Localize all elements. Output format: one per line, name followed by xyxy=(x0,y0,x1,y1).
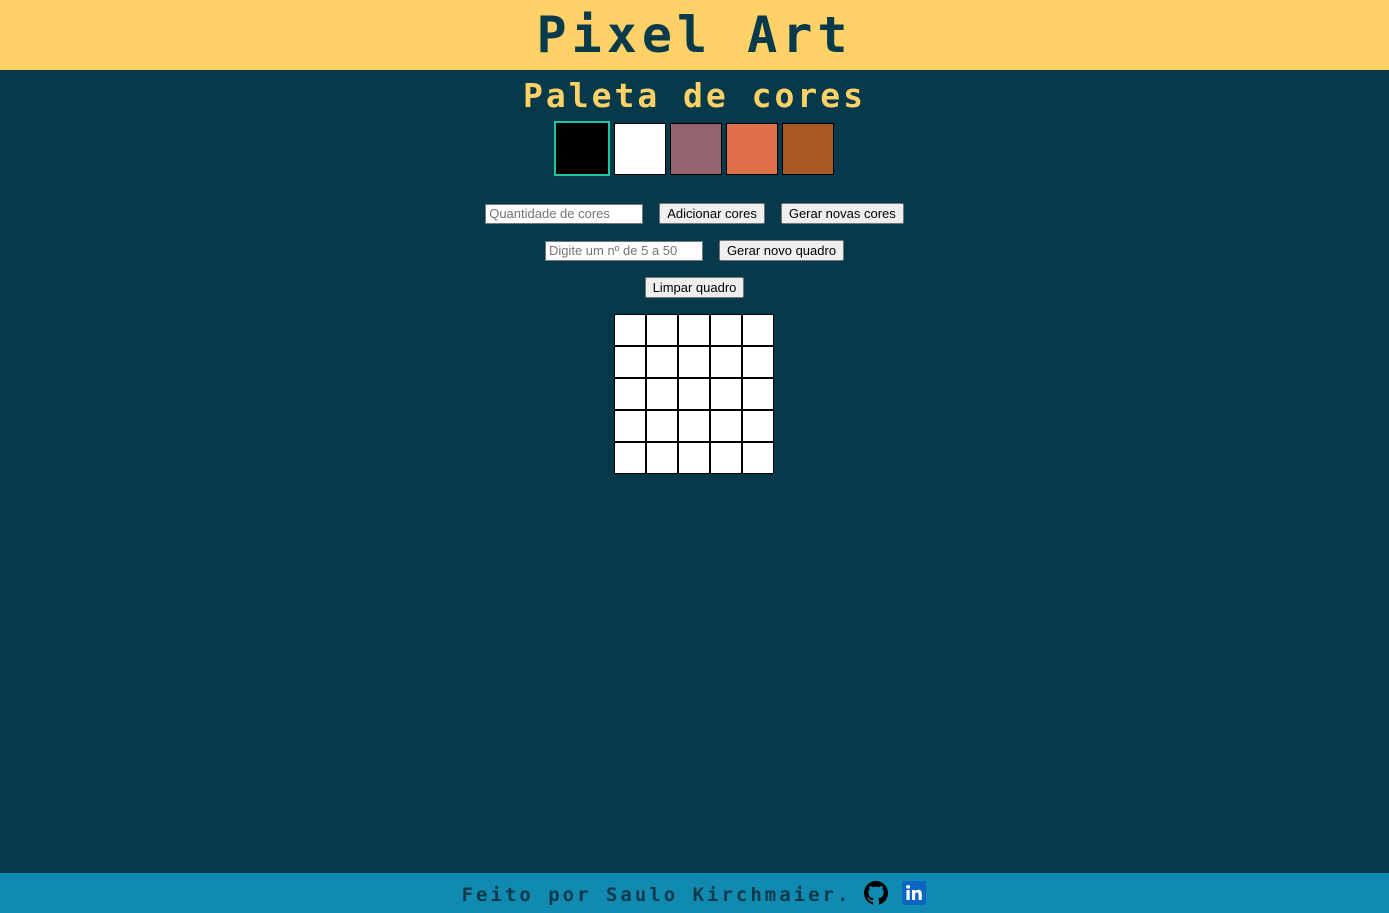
color-count-input[interactable] xyxy=(485,203,644,224)
pixel-cell[interactable] xyxy=(742,346,774,378)
footer-credit: Feito por Saulo Kirchmaier. xyxy=(461,884,852,906)
pixel-cell[interactable] xyxy=(614,410,646,442)
pixel-cell[interactable] xyxy=(614,346,646,378)
pixel-cell[interactable] xyxy=(646,378,678,410)
pixel-cell[interactable] xyxy=(710,410,742,442)
github-icon xyxy=(864,881,889,905)
header: Pixel Art xyxy=(0,0,1389,70)
board-controls: Gerar novo quadro xyxy=(0,240,1389,261)
pixel-cell[interactable] xyxy=(710,442,742,474)
clear-board-button[interactable]: Limpar quadro xyxy=(644,277,745,298)
clear-controls: Limpar quadro xyxy=(0,277,1389,298)
pixel-cell[interactable] xyxy=(646,346,678,378)
pixel-cell[interactable] xyxy=(646,410,678,442)
generate-new-colors-button[interactable]: Gerar novas cores xyxy=(780,203,904,224)
pixel-cell[interactable] xyxy=(646,314,678,346)
pixel-cell[interactable] xyxy=(710,378,742,410)
footer: Feito por Saulo Kirchmaier. xyxy=(0,873,1389,913)
color-swatch[interactable] xyxy=(670,122,722,175)
pixel-cell[interactable] xyxy=(742,410,774,442)
color-palette xyxy=(554,121,834,176)
color-swatch[interactable] xyxy=(554,121,610,176)
pixel-cell[interactable] xyxy=(710,346,742,378)
color-controls: Adicionar cores Gerar novas cores xyxy=(0,203,1389,224)
color-swatch[interactable] xyxy=(726,122,778,175)
pixel-cell[interactable] xyxy=(678,442,710,474)
color-swatch[interactable] xyxy=(614,122,666,175)
pixel-cell[interactable] xyxy=(614,314,646,346)
pixel-cell[interactable] xyxy=(646,442,678,474)
linkedin-icon xyxy=(902,881,927,905)
pixel-cell[interactable] xyxy=(614,378,646,410)
app-title: Pixel Art xyxy=(536,6,853,64)
pixel-cell[interactable] xyxy=(742,442,774,474)
pixel-cell[interactable] xyxy=(614,442,646,474)
pixel-cell[interactable] xyxy=(742,378,774,410)
generate-new-board-button[interactable]: Gerar novo quadro xyxy=(718,240,845,261)
pixel-cell[interactable] xyxy=(678,410,710,442)
add-colors-button[interactable]: Adicionar cores xyxy=(659,203,765,224)
board-size-input[interactable] xyxy=(544,240,703,261)
pixel-cell[interactable] xyxy=(742,314,774,346)
pixel-cell[interactable] xyxy=(710,314,742,346)
linkedin-link[interactable] xyxy=(901,880,927,906)
github-link[interactable] xyxy=(863,880,889,906)
pixel-cell[interactable] xyxy=(678,378,710,410)
pixel-cell[interactable] xyxy=(678,346,710,378)
page: Pixel Art Paleta de cores Adicionar core… xyxy=(0,0,1389,913)
color-swatch[interactable] xyxy=(782,122,834,175)
pixel-board xyxy=(614,314,774,474)
palette-title: Paleta de cores xyxy=(522,76,866,115)
pixel-cell[interactable] xyxy=(678,314,710,346)
